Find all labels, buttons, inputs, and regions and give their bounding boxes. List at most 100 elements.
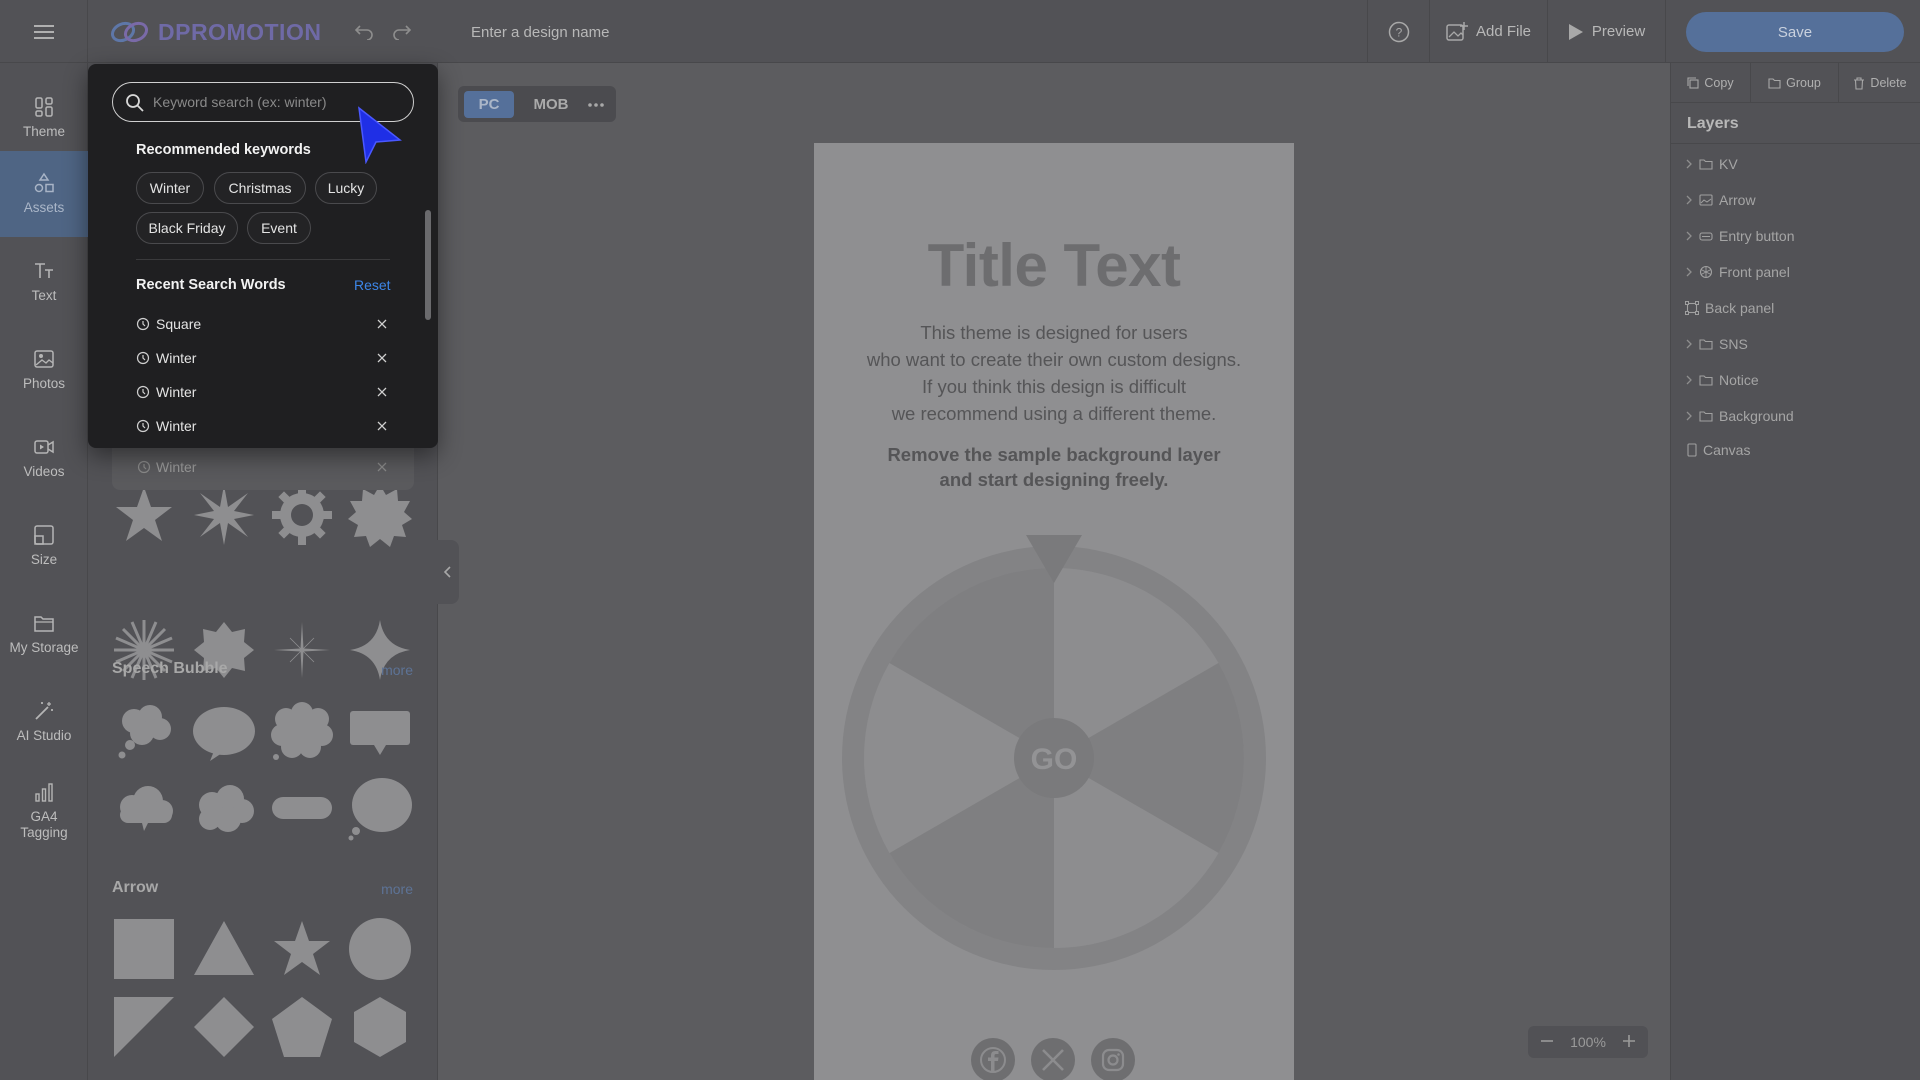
- remove-recent-button[interactable]: [374, 350, 390, 366]
- keyword-chip-lucky[interactable]: Lucky: [315, 172, 377, 204]
- layer-item-arrow[interactable]: Arrow: [1685, 189, 1756, 211]
- asset-oval-bubble-shape[interactable]: [192, 699, 256, 763]
- chevron-right-icon[interactable]: [1685, 411, 1693, 421]
- asset-cloud-shape[interactable]: [112, 777, 176, 841]
- help-button[interactable]: ?: [1367, 0, 1430, 63]
- asset-sparkle-thin-shape[interactable]: [270, 618, 334, 682]
- nav-item-assets[interactable]: Assets: [0, 151, 88, 237]
- roulette-wheel[interactable]: GO: [814, 533, 1294, 973]
- layer-item-entry-button[interactable]: Entry button: [1685, 225, 1795, 247]
- asset-pill-bubble-shape[interactable]: [270, 777, 334, 841]
- asset-round-bubble-shape[interactable]: [348, 777, 412, 841]
- keyword-chip-event[interactable]: Event: [247, 212, 311, 244]
- layer-item-background[interactable]: Background: [1685, 405, 1794, 427]
- nav-item-photos[interactable]: Photos: [0, 327, 88, 413]
- layer-item-front-panel[interactable]: Front panel: [1685, 261, 1790, 283]
- logo[interactable]: DPROMOTION: [110, 14, 321, 50]
- group-button[interactable]: Group: [1751, 63, 1839, 103]
- chevron-right-icon[interactable]: [1685, 375, 1693, 385]
- asset-triangle-shape[interactable]: [192, 917, 256, 981]
- delete-button[interactable]: Delete: [1839, 63, 1920, 103]
- reset-recent-link[interactable]: Reset: [354, 277, 391, 293]
- facebook-button[interactable]: [971, 1038, 1015, 1080]
- save-button[interactable]: Save: [1686, 12, 1904, 52]
- recent-search-item[interactable]: Winter: [136, 346, 390, 370]
- asset-seal-shape[interactable]: [348, 483, 412, 547]
- design-name-input[interactable]: [471, 20, 991, 44]
- x-twitter-button[interactable]: [1031, 1038, 1075, 1080]
- artboard-strong-text[interactable]: Remove the sample background layer and s…: [814, 442, 1294, 492]
- recent-search-item[interactable]: Square: [136, 312, 390, 336]
- copy-button[interactable]: Copy: [1671, 63, 1751, 103]
- recent-row-faded[interactable]: Winter: [112, 446, 414, 490]
- chevron-right-icon[interactable]: [1685, 267, 1693, 277]
- pointer-cursor-icon: [358, 106, 402, 164]
- zoom-in-button[interactable]: [1622, 1034, 1636, 1051]
- popup-scrollbar[interactable]: [425, 210, 431, 320]
- asset-cloud-bubble-shape[interactable]: [270, 699, 334, 763]
- asset-circle-shape[interactable]: [348, 917, 412, 981]
- asset-thought-bubble-shape[interactable]: [112, 699, 176, 763]
- keyword-chip-christmas[interactable]: Christmas: [214, 172, 306, 204]
- facebook-icon: [980, 1047, 1006, 1073]
- artboard[interactable]: Title Text This theme is designed for us…: [814, 143, 1294, 1080]
- artboard-title[interactable]: Title Text: [814, 231, 1294, 300]
- chevron-right-icon[interactable]: [1685, 159, 1693, 169]
- layer-item-canvas[interactable]: Canvas: [1687, 439, 1750, 461]
- asset-rect-bubble-shape[interactable]: [348, 699, 412, 763]
- nav-item-theme[interactable]: Theme: [0, 75, 88, 161]
- instagram-button[interactable]: [1091, 1038, 1135, 1080]
- layer-item-back-panel[interactable]: Back panel: [1685, 297, 1774, 319]
- asset-star-shape[interactable]: [112, 483, 176, 547]
- layer-item-kv[interactable]: KV: [1685, 153, 1738, 175]
- asset-diamond-shape[interactable]: [192, 995, 256, 1059]
- remove-recent-button[interactable]: [374, 418, 390, 434]
- hamburger-menu-button[interactable]: [0, 0, 88, 63]
- asset-pentagon-shape[interactable]: [270, 995, 334, 1059]
- arrow-more-link[interactable]: more: [381, 881, 413, 897]
- device-mob-button[interactable]: MOB: [528, 91, 574, 118]
- frame-icon: [1685, 301, 1699, 315]
- chevron-right-icon[interactable]: [1685, 231, 1693, 241]
- nav-item-size[interactable]: Size: [0, 503, 88, 589]
- chevron-right-icon[interactable]: [1685, 339, 1693, 349]
- asset-star-outline-shape[interactable]: [270, 917, 334, 981]
- nav-item-ga4-tagging[interactable]: GA4 Tagging: [0, 763, 88, 859]
- asset-gear-shape[interactable]: [270, 483, 334, 547]
- asset-square-shape[interactable]: [112, 917, 176, 981]
- layer-item-sns[interactable]: SNS: [1685, 333, 1748, 355]
- layer-item-notice[interactable]: Notice: [1685, 369, 1759, 391]
- keyword-chip-winter[interactable]: Winter: [136, 172, 204, 204]
- collapse-panel-button[interactable]: [437, 540, 459, 604]
- recent-search-item[interactable]: Winter: [136, 414, 390, 438]
- speech-bubble-more-link[interactable]: more: [381, 662, 413, 678]
- artboard-body-text[interactable]: This theme is designed for users who wan…: [814, 319, 1294, 427]
- recent-search-item[interactable]: Winter: [136, 380, 390, 404]
- close-icon[interactable]: [376, 461, 388, 473]
- remove-recent-button[interactable]: [374, 384, 390, 400]
- redo-button[interactable]: [388, 18, 416, 46]
- undo-button[interactable]: [350, 18, 378, 46]
- nav-item-text[interactable]: Text: [0, 239, 88, 325]
- device-pc-button[interactable]: PC: [464, 91, 514, 118]
- top-bar: DPROMOTION ? Add File Preview Save: [0, 0, 1920, 63]
- asset-puffy-bubble-shape[interactable]: [192, 777, 256, 841]
- layer-label: Notice: [1719, 372, 1759, 388]
- preview-button[interactable]: Preview: [1548, 0, 1666, 63]
- remove-recent-button[interactable]: [374, 316, 390, 332]
- chevron-left-icon: [443, 566, 451, 578]
- keyword-chip-black-friday[interactable]: Black Friday: [136, 212, 238, 244]
- left-nav: Theme Assets Text Photos Videos Size My …: [0, 63, 88, 1080]
- asset-hexagon-shape[interactable]: [348, 995, 412, 1059]
- asset-right-triangle-shape[interactable]: [112, 995, 176, 1059]
- nav-item-ai-studio[interactable]: AI Studio: [0, 679, 88, 765]
- add-file-button[interactable]: Add File: [1430, 0, 1548, 63]
- nav-item-my-storage[interactable]: My Storage: [0, 591, 88, 677]
- device-more-button[interactable]: [582, 91, 610, 118]
- minus-icon: [1541, 1039, 1553, 1042]
- folder-icon: [1768, 78, 1781, 89]
- asset-burst-shape[interactable]: [192, 483, 256, 547]
- zoom-out-button[interactable]: [1540, 1034, 1554, 1051]
- nav-item-videos[interactable]: Videos: [0, 415, 88, 501]
- chevron-right-icon[interactable]: [1685, 195, 1693, 205]
